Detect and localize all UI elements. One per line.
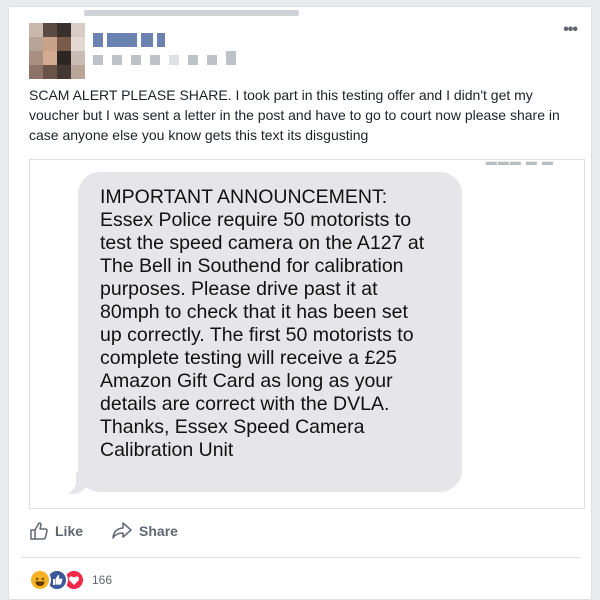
message-line: up correctly. The first 50 motorists to (100, 324, 414, 346)
divider (21, 557, 581, 558)
like-button[interactable]: Like (29, 521, 83, 541)
thumbs-up-icon (30, 522, 48, 540)
message-line: IMPORTANT ANNOUNCEMENT: (100, 186, 388, 208)
message-line: Calibration Unit (100, 439, 234, 461)
haha-reaction-icon (29, 569, 51, 591)
message-line: test the speed camera on the A127 at (100, 232, 425, 254)
message-line: details are correct with the DVLA. (100, 393, 390, 415)
avatar[interactable] (29, 23, 85, 79)
message-line: 80mph to check that it has been set (100, 301, 408, 323)
message-line: Essex Police require 50 motorists to (100, 209, 412, 231)
post-meta-redacted (93, 51, 236, 65)
message-bubble: IMPORTANT ANNOUNCEMENT: Essex Police req… (78, 172, 462, 492)
post-card: ••• SCAM ALERT PLEASE SHARE. I took part… (8, 6, 592, 600)
message-line: The Bell in Southend for calibration (100, 255, 404, 277)
message-line: Thanks, Essex Speed Camera (100, 416, 365, 438)
pixelated-bar (84, 10, 299, 16)
share-label: Share (139, 523, 178, 539)
post-actions: Like Share (29, 519, 178, 543)
share-arrow-icon (112, 522, 132, 539)
share-button[interactable]: Share (111, 521, 178, 541)
sms-screenshot[interactable]: ▬▬▬ ▬ ▬ IMPORTANT ANNOUNCEMENT: Essex Po… (29, 159, 585, 509)
author-name-redacted[interactable] (93, 33, 165, 47)
like-label: Like (55, 523, 84, 539)
reaction-count: 166 (92, 573, 113, 587)
more-options-icon[interactable]: ••• (563, 22, 578, 38)
reactions-summary[interactable]: 166 (29, 569, 112, 591)
message-line: Amazon Gift Card as long as your (100, 370, 393, 392)
cropped-timestamp: ▬▬▬ ▬ ▬ (485, 159, 554, 168)
post-body: SCAM ALERT PLEASE SHARE. I took part in … (29, 87, 560, 143)
message-line: purposes. Please drive past it at (100, 278, 378, 300)
message-line: complete testing will receive a £25 (100, 347, 397, 369)
